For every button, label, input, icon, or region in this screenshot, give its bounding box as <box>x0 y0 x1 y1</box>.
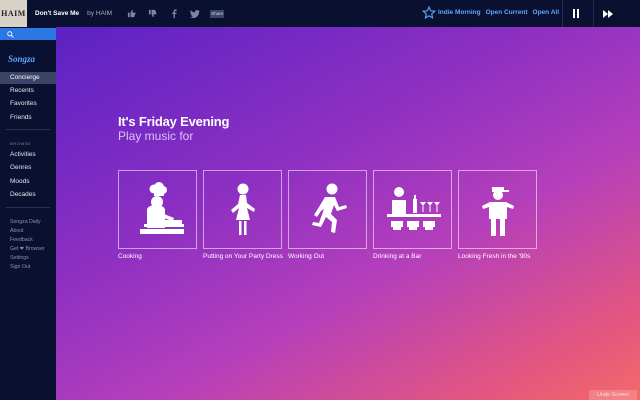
thumbs-down-icon[interactable] <box>147 8 158 19</box>
dress-icon <box>230 183 255 235</box>
nav-recents[interactable]: Recents <box>0 85 56 97</box>
songza-logo[interactable]: Songza <box>8 54 35 64</box>
nav-friends[interactable]: Friends <box>0 112 56 124</box>
pause-button[interactable] <box>562 0 589 27</box>
card-drinking-at-bar[interactable] <box>373 170 452 249</box>
page-title: It's Friday Evening <box>118 114 230 129</box>
station-links: Indie Morning Open Current Open All <box>438 9 559 16</box>
divider <box>6 207 50 208</box>
star-icon[interactable] <box>421 5 437 20</box>
search-icon <box>7 30 14 38</box>
open-all-link[interactable]: Open All <box>533 9 559 16</box>
link-songza-daily[interactable]: Songza Daily <box>10 219 41 225</box>
divider <box>6 129 50 130</box>
nav-favorites[interactable]: Favorites <box>0 98 56 110</box>
nav-activities[interactable]: Activities <box>0 149 56 161</box>
sidebar: Songza Concierge Recents Favorites Frien… <box>0 27 56 400</box>
chef-icon <box>139 181 184 234</box>
concierge-panel: It's Friday Evening Play music for Cooki… <box>56 27 640 400</box>
nav-moods[interactable]: Moods <box>0 176 56 188</box>
pause-icon <box>573 9 579 18</box>
undo-screen-button[interactable]: Undo Screen <box>589 390 637 400</box>
facebook-icon[interactable] <box>168 8 179 19</box>
card-cooking[interactable] <box>118 170 197 249</box>
nav-concierge[interactable]: Concierge <box>0 72 56 84</box>
skip-button[interactable] <box>593 0 623 27</box>
share-label: Share <box>211 11 224 16</box>
card-party-dress[interactable] <box>203 170 282 249</box>
link-settings[interactable]: Settings <box>10 255 29 261</box>
player-bar: HAIM Don't Save Me by HAIM Share Indie M… <box>0 0 640 27</box>
browse-heading: BROWSE <box>10 141 32 146</box>
track-title[interactable]: Don't Save Me <box>35 10 79 17</box>
fresh-icon <box>481 186 514 236</box>
twitter-icon[interactable] <box>189 8 200 19</box>
bar-icon <box>386 186 441 230</box>
card-label-party-dress[interactable]: Putting on Your Party Dress <box>203 253 287 261</box>
station-name[interactable]: Indie Morning <box>438 9 481 16</box>
runner-icon <box>311 183 347 233</box>
card-label-cooking[interactable]: Cooking <box>118 253 202 261</box>
share-icon[interactable]: Share <box>210 9 225 18</box>
link-about[interactable]: About <box>10 228 24 234</box>
card-label-drinking-at-bar[interactable]: Drinking at a Bar <box>373 253 457 261</box>
link-feedback[interactable]: Feedback <box>10 237 33 243</box>
skip-icon <box>603 9 613 18</box>
link-sign-out[interactable]: Sign Out <box>10 264 30 270</box>
nav-decades[interactable]: Decades <box>0 189 56 201</box>
card-label-looking-fresh[interactable]: Looking Fresh in the '90s <box>458 253 542 261</box>
album-art[interactable]: HAIM <box>0 0 27 27</box>
album-art-text: HAIM <box>1 9 26 18</box>
page-subtitle: Play music for <box>118 129 194 143</box>
card-looking-fresh[interactable] <box>458 170 537 249</box>
thumbs-up-icon[interactable] <box>126 8 137 19</box>
open-current-link[interactable]: Open Current <box>486 9 528 16</box>
nav-genres[interactable]: Genres <box>0 162 56 174</box>
track-artist[interactable]: by HAIM <box>87 10 112 17</box>
link-get-browser[interactable]: Get ❤ Browser <box>10 246 45 252</box>
search-button[interactable] <box>0 28 56 40</box>
social-actions: Share <box>126 8 225 19</box>
card-working-out[interactable] <box>288 170 367 249</box>
card-label-working-out[interactable]: Working Out <box>288 253 372 261</box>
